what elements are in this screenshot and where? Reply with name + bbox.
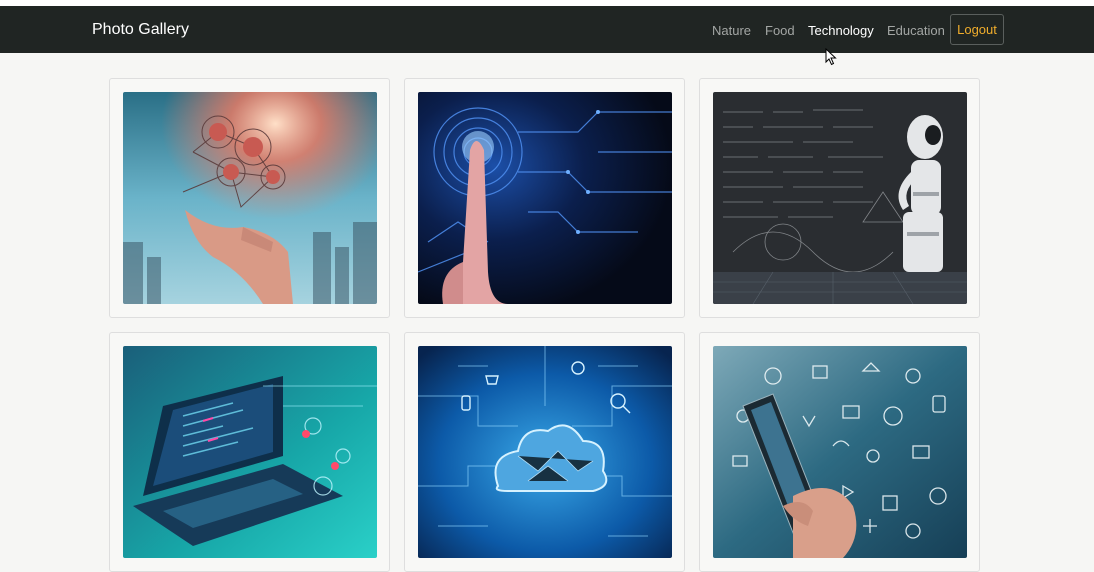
nav-link-food[interactable]: Food: [765, 22, 795, 40]
nav-link-education[interactable]: Education: [887, 22, 945, 40]
nav-link-nature[interactable]: Nature: [712, 22, 751, 40]
robot-with-math-chalkboard-image[interactable]: [713, 92, 967, 304]
nav-link-technology[interactable]: Technology: [808, 22, 874, 40]
gallery-card[interactable]: [699, 78, 980, 318]
logout-button[interactable]: Logout: [950, 14, 1004, 45]
gallery-card[interactable]: [109, 78, 390, 318]
hand-with-gears-network-image[interactable]: [123, 92, 377, 304]
navbar: Photo Gallery Nature Food Technology Edu…: [0, 6, 1094, 53]
gallery-card[interactable]: [404, 332, 685, 572]
cloud-computing-network-image[interactable]: [418, 346, 672, 558]
gallery-card[interactable]: [404, 78, 685, 318]
phone-with-doodle-icons-image[interactable]: [713, 346, 967, 558]
laptop-with-code-image[interactable]: [123, 346, 377, 558]
mouse-cursor-icon: [825, 48, 837, 66]
gallery-card[interactable]: [699, 332, 980, 572]
brand-title[interactable]: Photo Gallery: [92, 19, 189, 41]
finger-touching-fingerprint-image[interactable]: [418, 92, 672, 304]
gallery-card[interactable]: [109, 332, 390, 572]
